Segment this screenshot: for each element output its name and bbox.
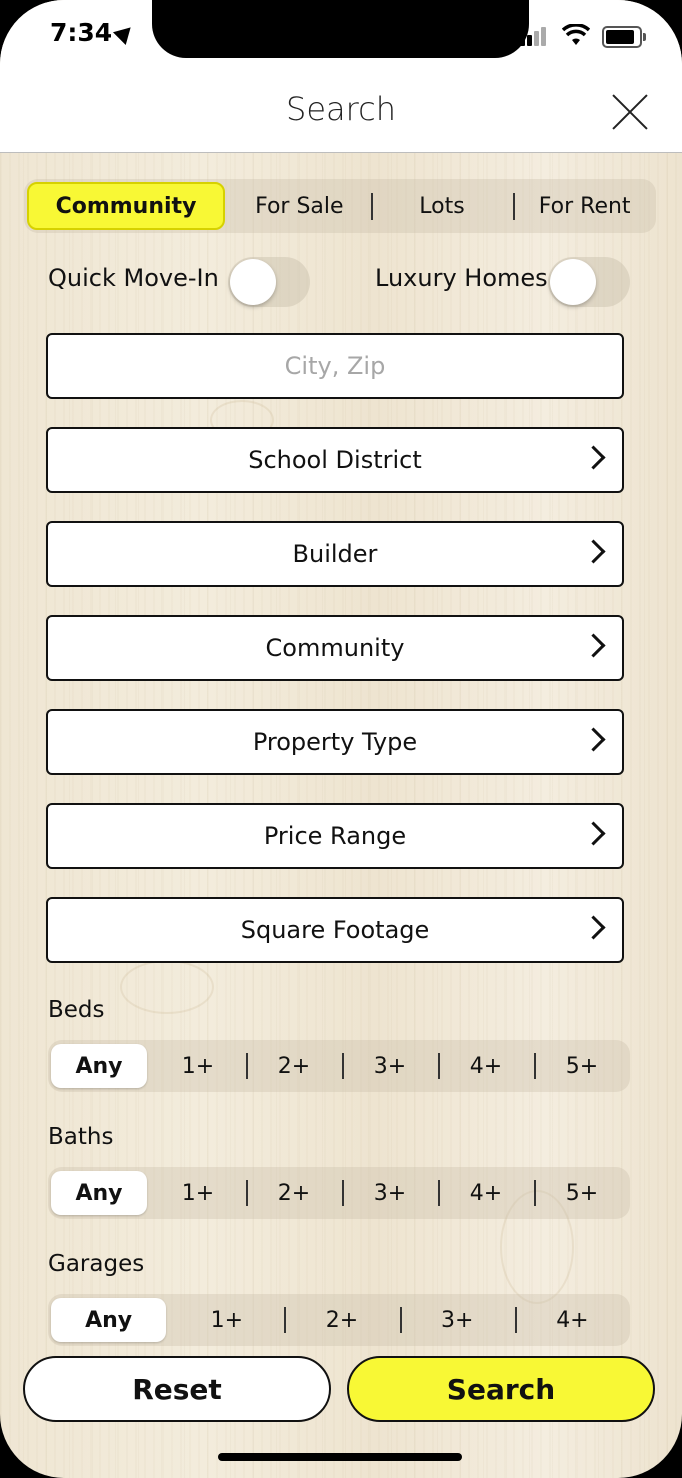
baths-option-3[interactable]: 3+ (342, 1167, 438, 1219)
chevron-right-icon (581, 915, 606, 940)
beds-option-2[interactable]: 2+ (246, 1040, 342, 1092)
chevron-right-icon (581, 821, 606, 846)
baths-option-2[interactable]: 2+ (246, 1167, 342, 1219)
battery-icon (602, 26, 646, 48)
beds-option-3[interactable]: 3+ (342, 1040, 438, 1092)
city-zip-input[interactable] (48, 351, 622, 381)
chevron-right-icon (581, 445, 606, 470)
square-footage-filter[interactable]: Square Footage (46, 897, 624, 963)
baths-option-1[interactable]: 1+ (150, 1167, 246, 1219)
status-time: 7:34 (50, 18, 113, 47)
notch (152, 0, 529, 58)
garages-option-2[interactable]: 2+ (284, 1294, 399, 1346)
location-arrow-icon (112, 20, 138, 46)
beds-option-4[interactable]: 4+ (438, 1040, 534, 1092)
beds-option-0[interactable]: Any (51, 1044, 147, 1088)
garages-option-0[interactable]: Any (51, 1298, 167, 1342)
toggle-knob (230, 259, 276, 305)
reset-button[interactable]: Reset (23, 1356, 331, 1422)
baths-label: Baths (48, 1124, 114, 1150)
garages-option-3[interactable]: 3+ (399, 1294, 515, 1346)
app-screen: 7:34 Search Community For Sale Lots For Ren… (0, 0, 682, 1478)
wood-grain (120, 960, 214, 1014)
header: 7:34 Search (0, 0, 682, 153)
filter-label: Square Footage (240, 916, 430, 944)
property-type-filter[interactable]: Property Type (46, 709, 624, 775)
beds-label: Beds (48, 997, 105, 1023)
toggle-knob (550, 259, 596, 305)
home-indicator (218, 1453, 462, 1461)
chevron-right-icon (581, 727, 606, 752)
listing-type-option-2[interactable]: Lots (370, 179, 514, 233)
builder-filter[interactable]: Builder (46, 521, 624, 587)
close-icon[interactable] (610, 92, 650, 132)
baths-option-0[interactable]: Any (51, 1171, 147, 1215)
luxury-homes-label: Luxury Homes (375, 264, 548, 292)
community-filter[interactable]: Community (46, 615, 624, 681)
quick-move-in-toggle[interactable] (228, 257, 310, 307)
beds-option-1[interactable]: 1+ (150, 1040, 246, 1092)
listing-type-option-1[interactable]: For Sale (228, 179, 371, 233)
garages-option-4[interactable]: 4+ (514, 1294, 630, 1346)
price-range-filter[interactable]: Price Range (46, 803, 624, 869)
garages-option-1[interactable]: 1+ (169, 1294, 284, 1346)
garages-segmented-control: Any 1+ 2+ 3+ 4+ (48, 1294, 630, 1346)
filter-label: Builder (292, 540, 378, 568)
listing-type-option-0[interactable]: Community (27, 182, 225, 230)
beds-segmented-control: Any 1+ 2+ 3+ 4+ 5+ (48, 1040, 630, 1092)
chevron-right-icon (581, 539, 606, 564)
luxury-homes-toggle[interactable] (548, 257, 630, 307)
filter-label: Price Range (263, 822, 407, 850)
listing-type-segmented-control: Community For Sale Lots For Rent (24, 179, 656, 233)
baths-segmented-control: Any 1+ 2+ 3+ 4+ 5+ (48, 1167, 630, 1219)
filter-label: School District (248, 446, 422, 474)
beds-option-5[interactable]: 5+ (534, 1040, 630, 1092)
baths-option-5[interactable]: 5+ (534, 1167, 630, 1219)
page-title: Search (286, 90, 396, 128)
school-district-filter[interactable]: School District (46, 427, 624, 493)
baths-option-4[interactable]: 4+ (438, 1167, 534, 1219)
city-zip-field[interactable] (46, 333, 624, 399)
quick-move-in-label: Quick Move-In (48, 264, 219, 292)
garages-label: Garages (48, 1251, 145, 1277)
filter-label: Community (265, 634, 405, 662)
listing-type-option-3[interactable]: For Rent (513, 179, 656, 233)
wifi-icon (562, 24, 590, 45)
filter-label: Property Type (252, 728, 418, 756)
chevron-right-icon (581, 633, 606, 658)
search-button[interactable]: Search (347, 1356, 655, 1422)
